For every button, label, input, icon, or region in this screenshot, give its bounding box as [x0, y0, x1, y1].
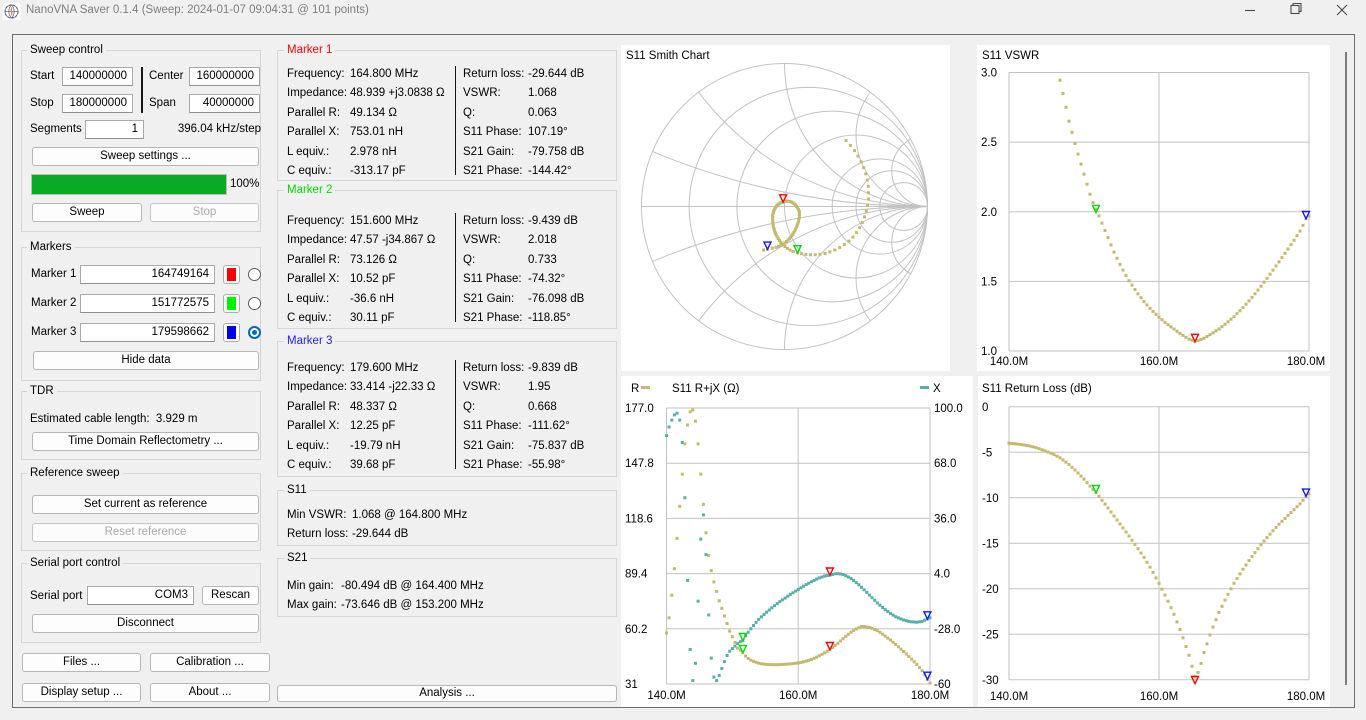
svg-text:180.0M: 180.0M	[1287, 691, 1325, 703]
svg-text:140.0M: 140.0M	[990, 356, 1028, 368]
svg-text:180.0M: 180.0M	[1287, 356, 1325, 368]
svg-text:89.4: 89.4	[625, 569, 648, 581]
svg-text:2.0: 2.0	[981, 207, 997, 219]
svg-text:-5: -5	[982, 447, 992, 459]
svg-text:S11 R+jX (Ω): S11 R+jX (Ω)	[672, 383, 740, 395]
svg-text:36.0: 36.0	[934, 513, 956, 525]
svg-text:R: R	[631, 383, 639, 395]
svg-text:-28.0: -28.0	[934, 624, 960, 636]
svg-text:-10: -10	[982, 493, 999, 505]
svg-text:160.0M: 160.0M	[779, 690, 817, 702]
svg-text:68.0: 68.0	[934, 458, 956, 470]
svg-text:-25: -25	[982, 629, 999, 641]
svg-text:-15: -15	[982, 538, 999, 550]
svg-text:-30: -30	[982, 675, 999, 687]
svg-text:100.0: 100.0	[934, 403, 963, 415]
svg-text:160.0M: 160.0M	[1140, 356, 1178, 368]
svg-text:147.8: 147.8	[625, 458, 654, 470]
svg-text:140.0M: 140.0M	[990, 691, 1028, 703]
svg-text:180.0M: 180.0M	[911, 690, 949, 702]
svg-text:177.0: 177.0	[625, 403, 654, 415]
svg-text:S11 Return Loss (dB): S11 Return Loss (dB)	[982, 383, 1092, 395]
svg-text:1.5: 1.5	[981, 276, 997, 288]
svg-text:X: X	[933, 383, 941, 395]
svg-text:140.0M: 140.0M	[647, 690, 685, 702]
svg-text:-20: -20	[982, 584, 999, 596]
svg-text:S11 Smith Chart: S11 Smith Chart	[626, 50, 710, 62]
svg-text:60.2: 60.2	[625, 624, 647, 636]
svg-text:3.0: 3.0	[981, 68, 997, 80]
svg-text:31: 31	[625, 679, 638, 691]
svg-text:4.0: 4.0	[934, 569, 950, 581]
svg-text:2.5: 2.5	[981, 137, 997, 149]
svg-text:118.6: 118.6	[625, 513, 653, 525]
svg-text:0: 0	[982, 402, 988, 414]
svg-text:160.0M: 160.0M	[1140, 691, 1178, 703]
svg-text:S11 VSWR: S11 VSWR	[982, 50, 1039, 62]
